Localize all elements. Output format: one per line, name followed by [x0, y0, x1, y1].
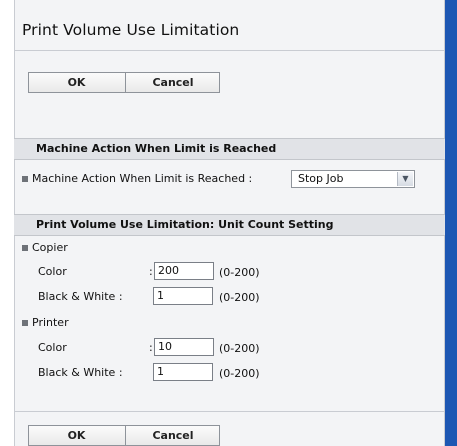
square-bullet-icon	[22, 245, 28, 251]
machine-action-heading: Machine Action When Limit is Reached	[14, 138, 445, 160]
square-bullet-icon	[22, 176, 28, 182]
title-divider	[14, 50, 445, 51]
printer-color-label: Color	[38, 341, 67, 354]
copier-bw-label: Black & White :	[38, 290, 123, 303]
ok-button-top[interactable]: OK	[29, 73, 124, 92]
machine-action-label: Machine Action When Limit is Reached :	[32, 172, 253, 185]
unit-count-heading: Print Volume Use Limitation: Unit Count …	[14, 214, 445, 236]
square-bullet-icon	[22, 320, 28, 326]
cancel-button-bottom[interactable]: Cancel	[125, 426, 220, 445]
copier-label: Copier	[32, 241, 68, 254]
top-button-group: OK Cancel	[28, 72, 220, 93]
ok-button-bottom[interactable]: OK	[29, 426, 124, 445]
copier-bw-range: (0-200)	[219, 291, 260, 304]
copier-color-range: (0-200)	[219, 266, 260, 279]
printer-bw-range: (0-200)	[219, 367, 260, 380]
copier-color-label: Color	[38, 265, 67, 278]
copier-color-input[interactable]: 200	[154, 262, 214, 280]
chevron-down-icon[interactable]: ▼	[397, 172, 413, 186]
colon-separator: :	[149, 265, 153, 278]
machine-action-value: Stop Job	[298, 172, 344, 185]
cancel-button-top[interactable]: Cancel	[125, 73, 220, 92]
printer-bw-input[interactable]: 1	[153, 363, 213, 381]
page-title: Print Volume Use Limitation	[22, 21, 240, 39]
printer-color-range: (0-200)	[219, 342, 260, 355]
footer-divider	[14, 411, 445, 412]
copier-bw-input[interactable]: 1	[153, 287, 213, 305]
machine-action-select[interactable]: Stop Job ▼	[291, 170, 415, 188]
bottom-button-group: OK Cancel	[28, 425, 220, 446]
printer-color-input[interactable]: 10	[154, 338, 214, 356]
printer-bw-label: Black & White :	[38, 366, 123, 379]
colon-separator: :	[149, 341, 153, 354]
printer-label: Printer	[32, 316, 69, 329]
window-edge-strip	[445, 0, 457, 446]
